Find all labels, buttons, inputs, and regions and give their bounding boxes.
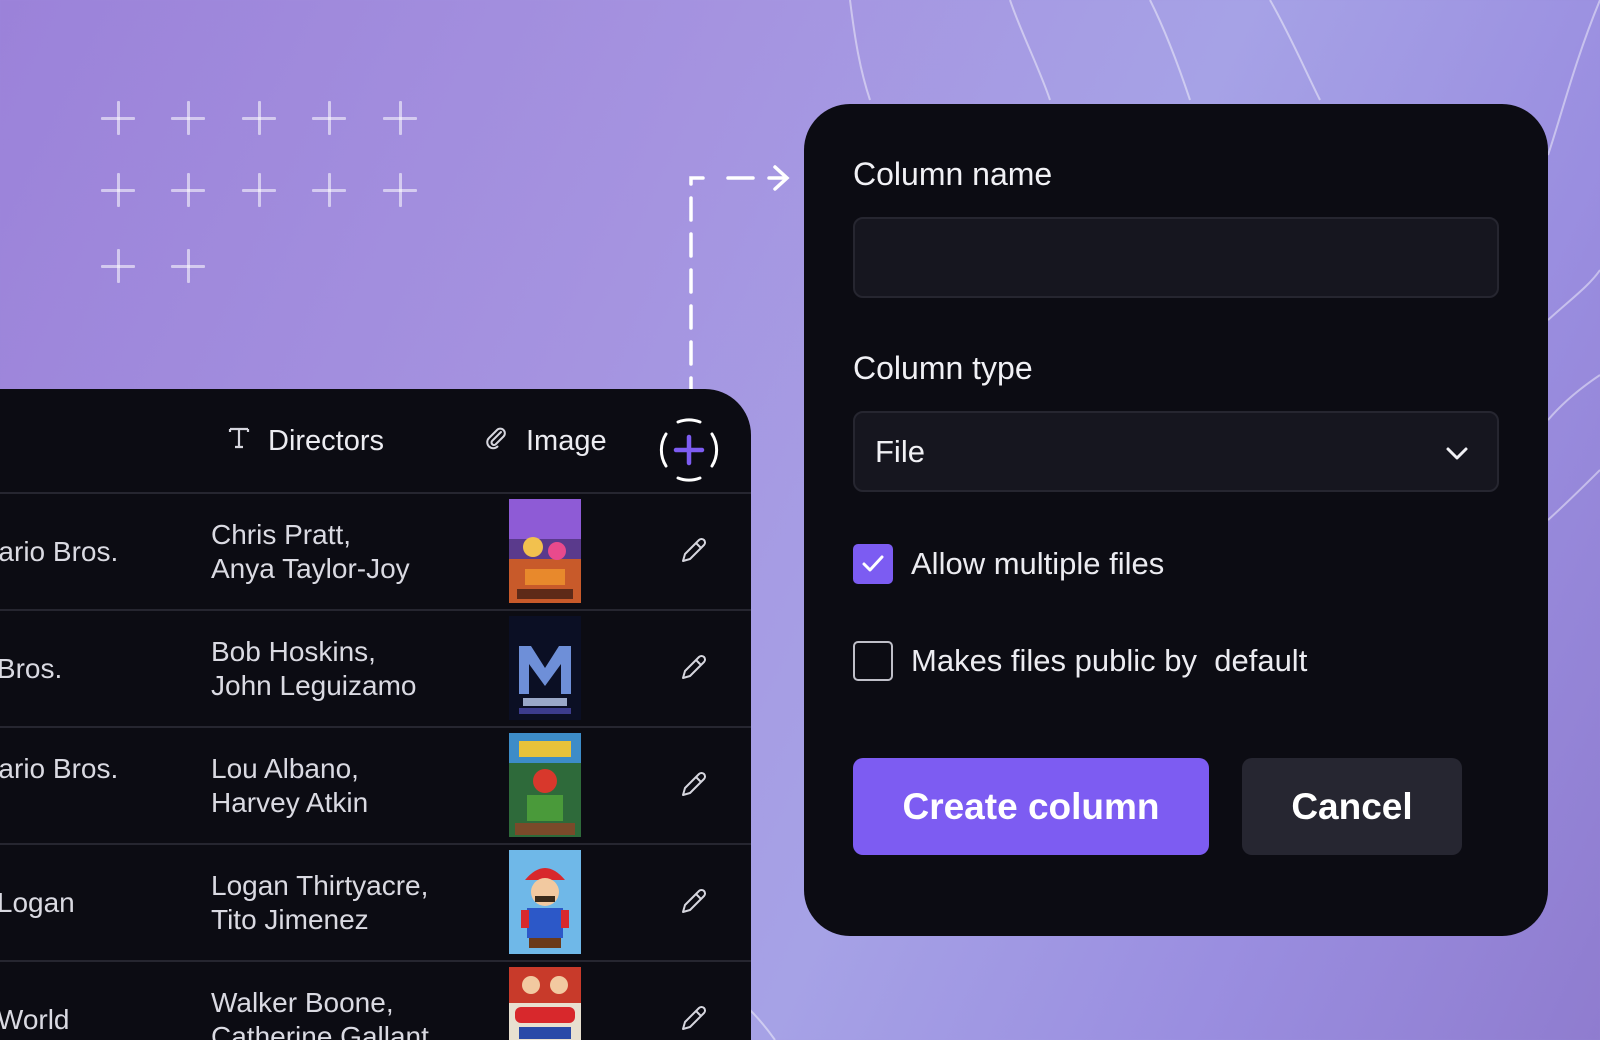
directors-text: Lou Albano, <box>211 752 359 784</box>
title-text: ow! <box>0 786 118 820</box>
plus-icon <box>659 418 719 482</box>
title-cell: r Mario Bros. <box>0 494 118 609</box>
paperclip-icon <box>484 426 508 457</box>
edit-row-button[interactable] <box>677 886 709 918</box>
table-row[interactable]: rio Logan Logan Thirtyacre, Tito Jimenez <box>0 845 751 962</box>
plus-icon <box>171 101 205 135</box>
movie-poster[interactable] <box>509 967 581 1040</box>
movie-poster[interactable] <box>509 616 581 720</box>
title-text: r Mario Bros. <box>0 752 119 784</box>
directors-text: Anya Taylor-Joy <box>211 552 410 584</box>
plus-icon <box>101 101 135 135</box>
directors-text: Chris Pratt, <box>211 518 352 550</box>
directors-text: Harvey Atkin <box>211 786 369 818</box>
movie-poster[interactable] <box>509 499 581 603</box>
edit-row-button[interactable] <box>677 652 709 684</box>
column-header-label: Image <box>526 425 607 457</box>
title-cell: rio World <box>0 962 70 1040</box>
column-name-label: Column name <box>853 156 1053 192</box>
directors-text: John Leguizamo <box>211 669 417 701</box>
title-cell: rio Logan <box>0 845 75 960</box>
column-type-select[interactable]: File <box>853 411 1499 492</box>
plus-icon <box>242 173 276 207</box>
public-by-default-label: Makes files public by default <box>911 643 1308 678</box>
directors-text: Logan Thirtyacre, <box>211 869 429 901</box>
column-type-value: File <box>875 433 925 469</box>
edit-row-button[interactable] <box>677 769 709 801</box>
text-type-icon <box>228 426 250 457</box>
data-table: Directors Image r Mario <box>0 389 751 1040</box>
plus-icon <box>101 173 135 207</box>
pencil-icon <box>682 1005 707 1030</box>
directors-cell: Walker Boone, Catherine Gallant <box>211 962 429 1040</box>
cancel-button[interactable]: Cancel <box>1242 758 1462 855</box>
allow-multiple-files-label: Allow multiple files <box>911 546 1165 581</box>
plus-icon <box>383 173 417 207</box>
title-cell: r Mario Bros. ow! <box>0 728 118 843</box>
table-row[interactable]: r Mario Bros. ow! Lou Albano, Harvey Atk… <box>0 728 751 845</box>
plus-icon <box>312 101 346 135</box>
directors-text: Tito Jimenez <box>211 903 369 935</box>
plus-icon <box>171 173 205 207</box>
plus-icon <box>383 101 417 135</box>
public-by-default-checkbox[interactable] <box>853 641 893 681</box>
table-row[interactable]: rio World Walker Boone, Catherine Gallan… <box>0 962 751 1040</box>
pencil-icon <box>682 654 707 679</box>
directors-cell: Bob Hoskins, John Leguizamo <box>211 611 416 726</box>
create-column-button[interactable]: Create column <box>853 758 1209 855</box>
plus-icon <box>242 101 276 135</box>
title-cell: rio Bros. <box>0 611 62 726</box>
directors-cell: Chris Pratt, Anya Taylor-Joy <box>211 494 410 609</box>
directors-cell: Logan Thirtyacre, Tito Jimenez <box>211 845 428 960</box>
title-text: rio Logan <box>0 886 75 918</box>
allow-multiple-files-checkbox[interactable] <box>853 544 893 584</box>
column-header-image[interactable]: Image <box>484 425 607 458</box>
edit-row-button[interactable] <box>677 535 709 567</box>
table-row[interactable]: r Mario Bros. Chris Pratt, Anya Taylor-J… <box>0 494 751 611</box>
directors-text: Catherine Gallant <box>211 1020 429 1040</box>
table-row[interactable]: rio Bros. Bob Hoskins, John Leguizamo <box>0 611 751 728</box>
title-text: r Mario Bros. <box>0 535 119 567</box>
directors-cell: Lou Albano, Harvey Atkin <box>211 728 368 843</box>
new-column-dialog: Column name Column type File Allow multi… <box>804 104 1548 936</box>
plus-icon <box>171 249 205 283</box>
add-column-button[interactable] <box>656 417 722 483</box>
checkmark-icon <box>862 555 884 572</box>
movie-poster[interactable] <box>509 733 581 837</box>
title-text: rio Bros. <box>0 652 63 684</box>
public-by-default-option[interactable]: Makes files public by default <box>853 641 1307 681</box>
chevron-down-icon <box>1446 447 1468 460</box>
plus-icon <box>312 173 346 207</box>
movie-poster[interactable] <box>509 850 581 954</box>
pencil-icon <box>682 771 707 796</box>
table-header: Directors Image <box>0 389 751 494</box>
column-type-label: Column type <box>853 350 1033 386</box>
pencil-icon <box>682 537 707 562</box>
edit-row-button[interactable] <box>677 1003 709 1035</box>
pencil-icon <box>682 888 707 913</box>
directors-text: Bob Hoskins, <box>211 635 376 667</box>
column-name-input[interactable] <box>853 217 1499 298</box>
title-text: rio World <box>0 1003 70 1035</box>
plus-icon <box>101 249 135 283</box>
column-header-directors[interactable]: Directors <box>228 425 384 458</box>
directors-text: Walker Boone, <box>211 986 394 1018</box>
column-header-label: Directors <box>268 425 385 457</box>
allow-multiple-files-option[interactable]: Allow multiple files <box>853 544 1164 584</box>
